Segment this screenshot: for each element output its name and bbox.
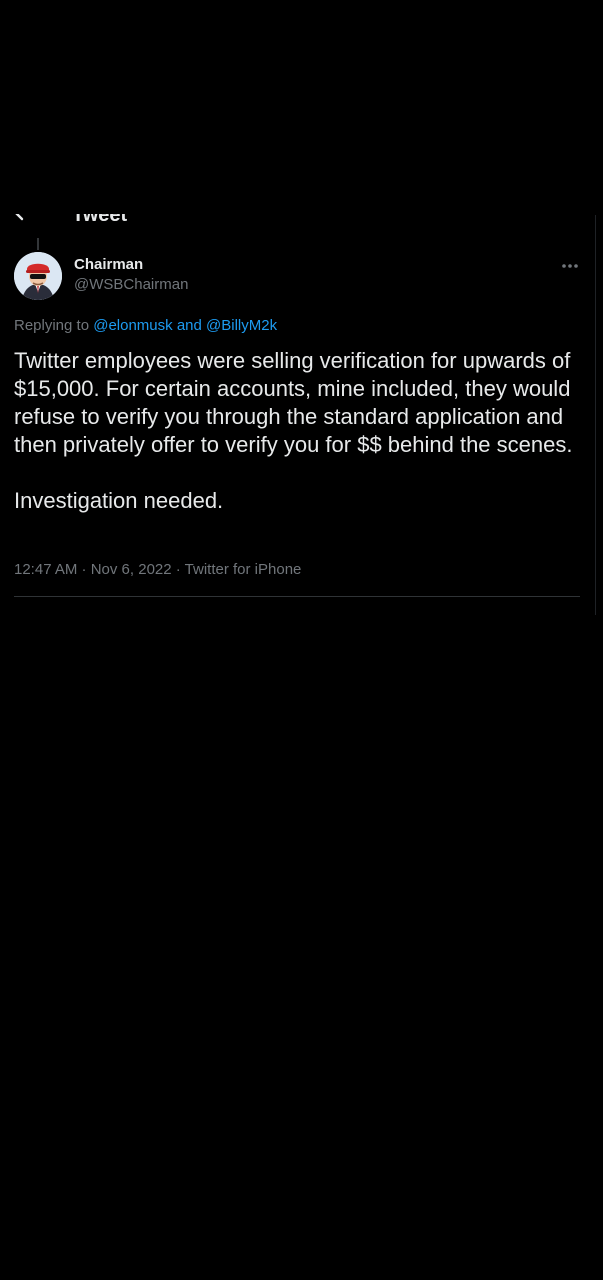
author-display-name[interactable]: Chairman bbox=[74, 256, 143, 273]
more-options-icon[interactable] bbox=[560, 262, 580, 270]
thread-connector bbox=[37, 238, 39, 250]
mention-billym2k[interactable]: @BillyM2k bbox=[206, 317, 277, 334]
tweet-paragraph: Investigation needed. bbox=[14, 488, 224, 513]
replying-to: Replying to @elonmusk and @BillyM2k bbox=[14, 317, 277, 334]
header-overlay bbox=[0, 200, 603, 214]
avatar-wsb-chairman-icon bbox=[14, 252, 62, 300]
mention-elonmusk[interactable]: @elonmusk bbox=[93, 317, 172, 334]
replying-to-label: Replying to bbox=[14, 317, 94, 334]
tweet-timestamp[interactable]: 12:47 AM · Nov 6, 2022 · Twitter for iPh… bbox=[14, 561, 301, 578]
tweet-paragraph: Twitter employees were selling verificat… bbox=[14, 348, 573, 457]
author-handle[interactable]: @WSBChairman bbox=[74, 276, 188, 293]
avatar[interactable] bbox=[14, 252, 62, 300]
column-border bbox=[595, 215, 596, 615]
mention-joiner: and bbox=[172, 317, 207, 334]
tweet-body: Twitter employees were selling verificat… bbox=[14, 347, 589, 515]
divider bbox=[14, 596, 580, 597]
tweet-header: Tweet bbox=[0, 200, 603, 222]
